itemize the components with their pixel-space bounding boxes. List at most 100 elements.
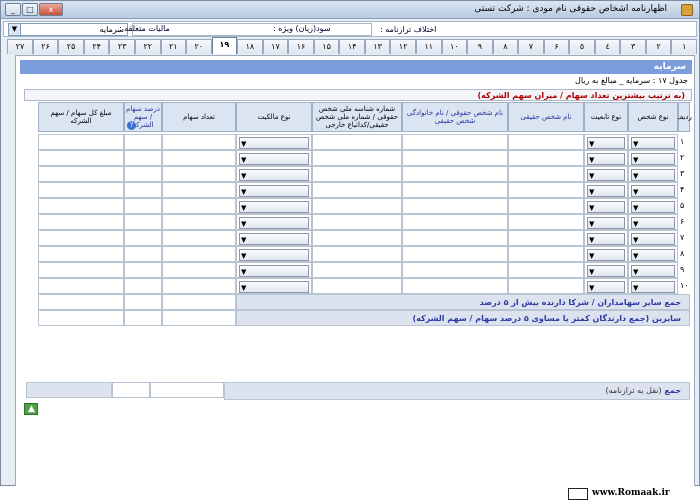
tab-14[interactable]: ١۴ [339,39,365,54]
table-input-cell[interactable] [162,134,236,150]
tab-23[interactable]: ٢٣ [109,39,135,54]
table-input-cell[interactable] [508,278,584,294]
table-input-cell[interactable] [312,134,402,150]
table-input-cell[interactable] [402,182,508,198]
tab-6[interactable]: ۶ [543,39,570,54]
table-input-cell[interactable] [402,214,508,230]
summary-input-cell[interactable] [124,310,162,326]
row-dropdown[interactable]: ▼ [239,153,309,165]
row-dropdown[interactable]: ▼ [239,265,309,277]
tab-11[interactable]: ١١ [415,39,442,54]
maximize-button[interactable]: □ [22,3,38,16]
row-dropdown[interactable]: ▼ [587,233,625,245]
summary-input-cell[interactable] [162,310,236,326]
table-input-cell[interactable] [312,166,402,182]
tab-5[interactable]: ٥ [569,39,595,54]
table-input-cell[interactable] [312,182,402,198]
table-input-cell[interactable] [38,262,124,278]
row-dropdown[interactable]: ▼ [631,217,675,229]
table-input-cell[interactable] [162,230,236,246]
table-input-cell[interactable] [508,134,584,150]
table-input-cell[interactable] [312,246,402,262]
row-dropdown[interactable]: ▼ [631,185,675,197]
table-input-cell[interactable] [508,182,584,198]
help-icon[interactable]: ? [127,121,136,130]
row-dropdown[interactable]: ▼ [239,281,309,293]
table-input-cell[interactable] [124,230,162,246]
tab-10[interactable]: ١٠ [441,39,468,54]
close-button[interactable]: x [39,3,63,16]
row-dropdown[interactable]: ▼ [631,233,675,245]
minimize-button[interactable]: _ [5,3,21,16]
table-input-cell[interactable] [38,150,124,166]
table-input-cell[interactable] [38,246,124,262]
table-input-cell[interactable] [508,166,584,182]
table-input-cell[interactable] [124,246,162,262]
tab-27[interactable]: ٢٧ [7,39,33,54]
tab-24[interactable]: ٢۴ [83,39,110,54]
tab-2[interactable]: ٢ [645,39,672,54]
table-input-cell[interactable] [38,278,124,294]
table-input-cell[interactable] [312,230,402,246]
table-input-cell[interactable] [124,150,162,166]
row-dropdown[interactable]: ▼ [587,249,625,261]
table-input-cell[interactable] [124,182,162,198]
table-input-cell[interactable] [402,198,508,214]
row-dropdown[interactable]: ▼ [631,201,675,213]
table-input-cell[interactable] [402,246,508,262]
row-dropdown[interactable]: ▼ [631,169,675,181]
tab-20[interactable]: ٢٠ [186,39,212,54]
table-input-cell[interactable] [124,166,162,182]
table-input-cell[interactable] [402,134,508,150]
table-input-cell[interactable] [38,230,124,246]
table-input-cell[interactable] [162,262,236,278]
tab-18[interactable]: ١٨ [237,39,263,54]
table-input-cell[interactable] [162,246,236,262]
table-input-cell[interactable] [508,262,584,278]
table-input-cell[interactable] [312,262,402,278]
table-input-cell[interactable] [402,262,508,278]
table-input-cell[interactable] [312,278,402,294]
tab-1[interactable]: ١ [671,39,697,54]
row-dropdown[interactable]: ▼ [587,217,625,229]
tab-3[interactable]: ٣ [620,39,646,54]
table-input-cell[interactable] [38,134,124,150]
tab-15[interactable]: ١۵ [313,39,340,54]
row-dropdown[interactable]: ▼ [239,217,309,229]
table-input-cell[interactable] [162,150,236,166]
tab-22[interactable]: ٢٢ [134,39,161,54]
tab-21[interactable]: ٢١ [160,39,187,54]
summary-input-cell[interactable] [124,294,162,310]
tab-9[interactable]: ٩ [467,39,493,54]
table-input-cell[interactable] [38,214,124,230]
row-dropdown[interactable]: ▼ [631,281,675,293]
table-input-cell[interactable] [402,166,508,182]
tab-4[interactable]: ٤ [594,39,621,54]
table-input-cell[interactable] [312,214,402,230]
row-dropdown[interactable]: ▼ [631,265,675,277]
tab-8[interactable]: ٨ [492,39,519,54]
table-input-cell[interactable] [124,214,162,230]
table-input-cell[interactable] [402,150,508,166]
row-dropdown[interactable]: ▼ [587,185,625,197]
table-input-cell[interactable] [312,198,402,214]
table-input-cell[interactable] [38,182,124,198]
table-input-cell[interactable] [38,198,124,214]
row-dropdown[interactable]: ▼ [631,153,675,165]
row-dropdown[interactable]: ▼ [631,249,675,261]
tab-17[interactable]: ١٧ [262,39,289,54]
table-input-cell[interactable] [508,230,584,246]
table-input-cell[interactable] [38,166,124,182]
table-input-cell[interactable] [162,198,236,214]
table-input-cell[interactable] [508,214,584,230]
table-input-cell[interactable] [402,230,508,246]
tab-7[interactable]: ٧ [518,39,544,54]
table-input-cell[interactable] [124,278,162,294]
tab-13[interactable]: ١٣ [364,39,391,54]
table-input-cell[interactable] [124,198,162,214]
row-dropdown[interactable]: ▼ [239,249,309,261]
tab-16[interactable]: ١۶ [288,39,314,54]
row-dropdown[interactable]: ▼ [239,233,309,245]
row-dropdown[interactable]: ▼ [587,265,625,277]
table-input-cell[interactable] [312,150,402,166]
